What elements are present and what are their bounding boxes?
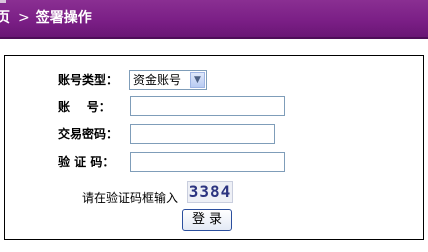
captcha-input[interactable] [130, 152, 285, 172]
account-type-label: 账号类型： [58, 73, 119, 87]
login-button[interactable]: 登录 [182, 209, 232, 231]
password-label: 交易密码： [58, 127, 119, 141]
breadcrumb: 页 > 签署操作 [0, 9, 92, 27]
page-title: 签署操作 [35, 10, 92, 26]
password-input[interactable] [130, 124, 275, 144]
chevron-down-icon[interactable]: ▼ [190, 72, 205, 88]
account-type-value: 资金账号 [133, 73, 182, 87]
account-type-select[interactable]: 资金账号 ▼ [129, 70, 207, 90]
title-notch [0, 0, 6, 3]
breadcrumb-parent[interactable]: 页 [0, 10, 10, 26]
login-form-panel: 账号类型： 资金账号 ▼ 账 号： 交易密码： 验 证 码： 请在验证码框输入 … [4, 55, 424, 240]
captcha-image[interactable]: 3384 [187, 181, 233, 203]
account-input[interactable] [130, 96, 285, 116]
account-label: 账 号： [58, 100, 111, 114]
captcha-hint: 请在验证码框输入 [82, 191, 179, 205]
title-bar: 页 > 签署操作 [0, 0, 428, 39]
breadcrumb-separator: > [18, 10, 30, 26]
captcha-label: 验 证 码： [58, 155, 115, 169]
